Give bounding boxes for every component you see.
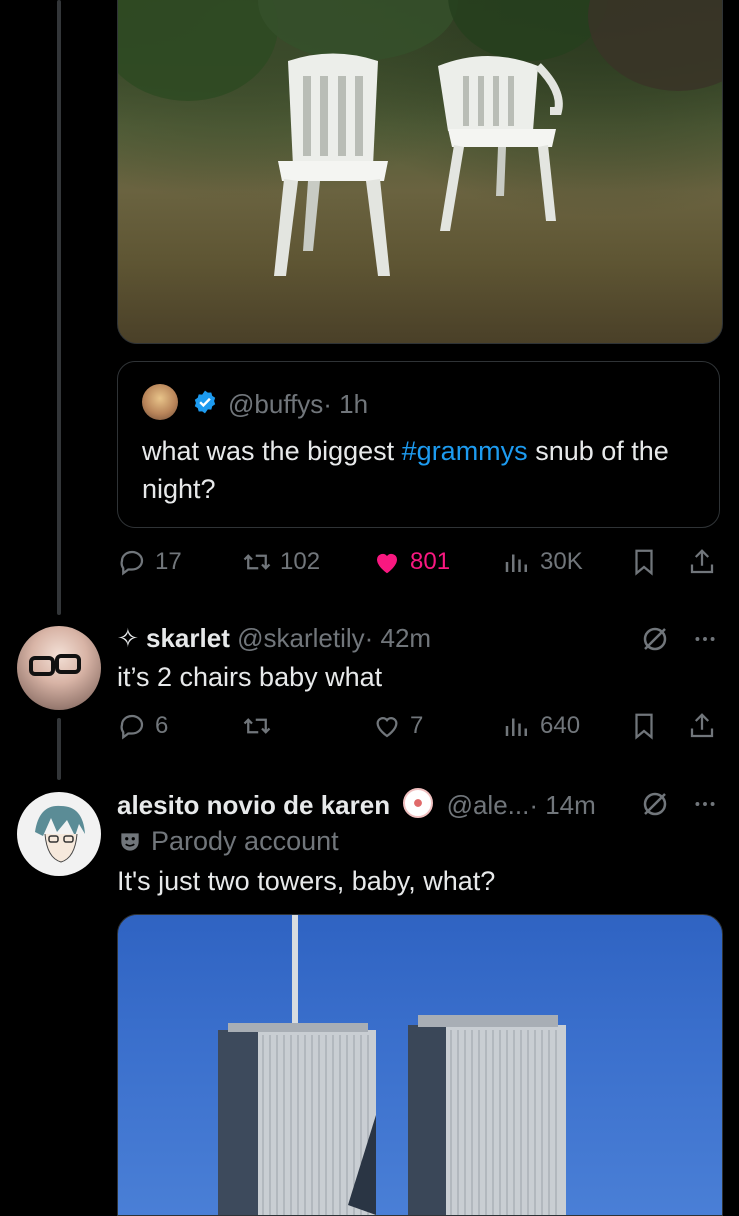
repost-count: 102	[280, 548, 321, 575]
share-button[interactable]	[687, 706, 717, 746]
view-count: 30K	[540, 548, 583, 575]
reply-header-icons	[640, 624, 718, 654]
share-icon	[690, 549, 714, 574]
avatar[interactable]	[17, 626, 101, 710]
avatar[interactable]	[17, 792, 101, 876]
views-button[interactable]: 30K	[502, 542, 583, 582]
reply-icon	[120, 714, 144, 740]
quoted-handle-line: @buffys· 1h	[228, 389, 368, 420]
quoted-tweet-card[interactable]: @buffys· 1h what was the biggest #grammy…	[117, 361, 720, 528]
post-time: · 42m	[364, 623, 432, 653]
chair-right-image	[438, 56, 563, 231]
reply-header: ✧ skarlet @skarletily· 42m	[117, 623, 431, 654]
reply-icon	[120, 550, 144, 576]
quoted-time: · 1h	[323, 389, 369, 419]
analytics-icon	[505, 554, 527, 572]
reply-count: 17	[155, 548, 182, 575]
like-count: 801	[410, 548, 451, 575]
share-icon	[690, 713, 714, 738]
share-button[interactable]	[687, 542, 717, 582]
views-button[interactable]: 640	[502, 706, 580, 746]
reply-count: 6	[155, 712, 169, 739]
view-count: 640	[540, 712, 581, 739]
repost-icon	[243, 554, 271, 570]
tweet-media-image[interactable]	[117, 0, 723, 344]
parody-label-text: Parody account	[151, 826, 339, 856]
display-name[interactable]: ✧ skarlet	[117, 623, 230, 653]
quoted-handle[interactable]: @buffys	[228, 389, 323, 419]
reply-button[interactable]: 17	[117, 542, 182, 582]
avatar-anime-image	[35, 805, 85, 863]
thread-line	[57, 0, 61, 615]
more-options-icon[interactable]	[692, 626, 718, 652]
reply-header: alesito novio de karen @ale...· 14m	[117, 788, 596, 821]
repost-icon	[243, 718, 271, 734]
reply-button[interactable]: 6	[117, 706, 168, 746]
like-button[interactable]: 801	[372, 542, 450, 582]
more-options-icon[interactable]	[692, 791, 718, 817]
theater-mask-icon	[121, 832, 139, 851]
quoted-text-before: what was the biggest	[142, 436, 402, 466]
hashtag-link[interactable]: #grammys	[402, 436, 528, 466]
flower-emoji-icon	[403, 788, 434, 818]
towers-image	[218, 915, 566, 1215]
user-handle[interactable]: @ale...	[447, 790, 530, 820]
bookmark-button[interactable]	[629, 542, 659, 582]
reply-text: it’s 2 chairs baby what	[117, 662, 383, 692]
like-button[interactable]: 7	[372, 706, 423, 746]
heart-filled-icon	[377, 553, 397, 574]
avatar-glasses-image	[29, 654, 81, 676]
grok-icon[interactable]	[640, 789, 670, 819]
post-time: · 14m	[529, 790, 596, 820]
parody-label: Parody account	[117, 826, 339, 857]
tweet-media-image[interactable]	[117, 914, 723, 1216]
verified-badge-icon	[194, 390, 216, 414]
reply-text: It's just two towers, baby, what?	[117, 866, 496, 896]
quoted-tweet-text: what was the biggest #grammys snub of th…	[142, 432, 682, 508]
chair-left-image	[274, 53, 390, 276]
thread-line	[57, 718, 61, 780]
bookmark-button[interactable]	[629, 706, 659, 746]
quoted-avatar[interactable]	[142, 384, 178, 420]
reply-header-icons	[640, 789, 718, 819]
analytics-icon	[505, 718, 527, 736]
bookmark-icon	[635, 549, 653, 576]
reply-actions: 6 7 640	[117, 706, 721, 746]
heart-icon	[376, 717, 398, 738]
like-count: 7	[410, 712, 424, 739]
main-tweet-actions: 17 102 801 30K	[117, 542, 721, 582]
repost-button[interactable]	[242, 706, 272, 746]
repost-button[interactable]: 102	[242, 542, 320, 582]
bookmark-icon	[635, 713, 653, 740]
display-name[interactable]: alesito novio de karen	[117, 790, 390, 820]
grok-icon[interactable]	[640, 624, 670, 654]
user-handle[interactable]: @skarletily	[237, 623, 365, 653]
